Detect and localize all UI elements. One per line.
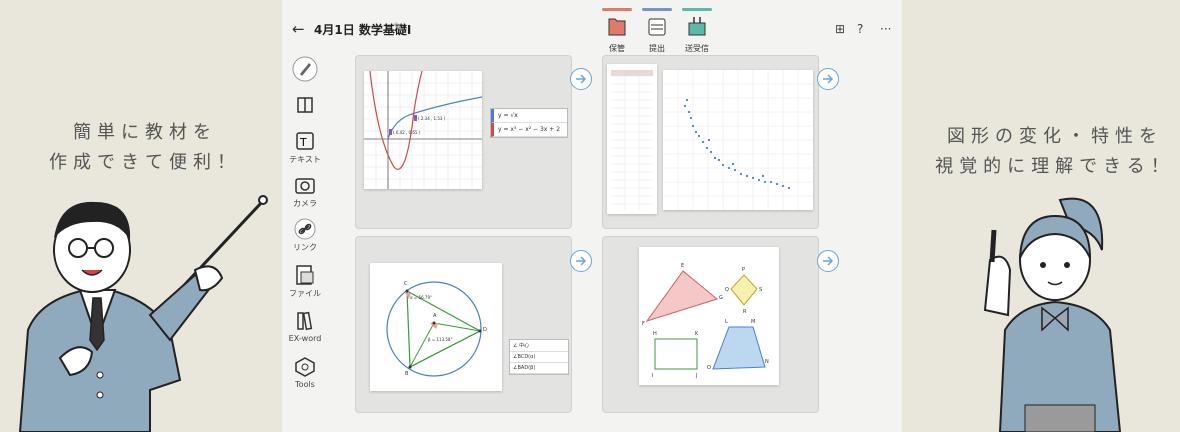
shape-label-f: F bbox=[642, 321, 645, 327]
save-label: 保管 bbox=[609, 44, 625, 53]
top-bar: ← 4月1日 数学基礎I ✎ 保管 提出 送受信 ⊞ ? ··· bbox=[282, 0, 902, 53]
shape-label-q: Q bbox=[725, 287, 729, 293]
angle-panel[interactable]: ∠ 中心 ∠BCD(α) ∠BAD(β) bbox=[509, 339, 569, 375]
tray-icon bbox=[648, 18, 666, 36]
pen-icon bbox=[292, 56, 318, 82]
help-icon[interactable]: ? bbox=[857, 22, 863, 36]
arrow-right-icon[interactable] bbox=[817, 68, 839, 90]
point-a-label: A bbox=[433, 313, 437, 319]
sidebar-item-exword[interactable]: EX-word bbox=[288, 310, 322, 343]
shape-label-l: L bbox=[725, 319, 728, 325]
sidebar-item-camera[interactable]: カメラ bbox=[288, 174, 322, 209]
shape-label-j: J bbox=[695, 373, 697, 379]
angle-panel-alpha: ∠BCD(α) bbox=[510, 352, 568, 363]
camera-icon bbox=[295, 178, 315, 194]
folder-icon bbox=[608, 18, 626, 36]
angle-panel-beta: ∠BAD(β) bbox=[510, 363, 568, 374]
circle-sheet: C A B D α = 56.79° β = 113.58° bbox=[370, 263, 502, 391]
scatter-sheet bbox=[663, 70, 813, 210]
present-icon[interactable]: ⊞ bbox=[835, 22, 845, 36]
right-caption-line2: 視覚的に理解できる！ bbox=[935, 156, 1175, 177]
book-icon bbox=[297, 311, 313, 331]
teacher-illustration bbox=[18, 195, 268, 432]
text-icon: T bbox=[296, 132, 314, 150]
shape-label-r: R bbox=[743, 309, 747, 315]
right-caption-line1: 図形の変化・特性を bbox=[947, 126, 1163, 147]
arrow-right-icon[interactable] bbox=[570, 250, 592, 272]
left-caption-line1: 簡単に教材を bbox=[73, 122, 217, 143]
card-graph[interactable]: ( 0.42 , 0.65 ) ( 2.34 , 1.53 ) y = √x y… bbox=[355, 55, 572, 229]
app-window: ← 4月1日 数学基礎I ✎ 保管 提出 送受信 ⊞ ? ··· T テキスト … bbox=[282, 0, 902, 432]
shape-label-m: M bbox=[751, 319, 755, 325]
save-button[interactable]: 保管 bbox=[595, 8, 639, 54]
point-label-2: ( 2.34 , 1.53 ) bbox=[418, 116, 446, 121]
sidebar-label-tools: Tools bbox=[295, 380, 315, 389]
send-receive-button[interactable]: 送受信 bbox=[675, 8, 719, 54]
back-arrow-icon[interactable]: ← bbox=[292, 20, 305, 38]
sidebar-label-link: リンク bbox=[293, 243, 317, 252]
layout-icon bbox=[297, 97, 313, 113]
angle-panel-header: ∠ 中心 bbox=[510, 340, 568, 352]
shape-label-h: H bbox=[653, 331, 657, 337]
angle-alpha-label: α = 56.79° bbox=[410, 295, 432, 300]
send-receive-icon bbox=[688, 17, 706, 36]
shape-label-i: I bbox=[652, 373, 653, 379]
card-scatter[interactable] bbox=[602, 55, 819, 229]
sidebar-item-file[interactable]: ファイル bbox=[288, 264, 322, 299]
shape-label-n: N bbox=[765, 359, 769, 365]
svg-text:T: T bbox=[299, 136, 307, 149]
card-circle[interactable]: C A B D α = 56.79° β = 113.58° ∠ 中心 ∠BCD… bbox=[355, 236, 572, 413]
graph-sheet: ( 0.42 , 0.65 ) ( 2.34 , 1.53 ) bbox=[364, 71, 482, 189]
equation-cubic: y = x³ − x² − 3x + 2 bbox=[491, 123, 567, 137]
submit-label: 提出 bbox=[649, 44, 665, 53]
edit-pencil-icon[interactable]: ✎ bbox=[393, 20, 403, 34]
equation-list[interactable]: y = √x y = x³ − x² − 3x + 2 bbox=[490, 108, 568, 138]
point-b-label: B bbox=[405, 371, 409, 377]
shapes-sheet: E F G P Q R S H K I J L M O N bbox=[639, 247, 779, 385]
link-icon bbox=[294, 218, 316, 240]
arrow-right-icon[interactable] bbox=[570, 68, 592, 90]
shape-label-p: P bbox=[742, 267, 745, 273]
submit-button[interactable]: 提出 bbox=[635, 8, 679, 54]
point-c-label: C bbox=[404, 281, 408, 287]
left-caption-line2: 作成できて便利！ bbox=[49, 152, 241, 173]
more-icon[interactable]: ··· bbox=[880, 22, 891, 36]
sidebar-label-exword: EX-word bbox=[288, 334, 322, 343]
left-caption: 簡単に教材を 作成できて便利！ bbox=[20, 118, 270, 178]
send-receive-label: 送受信 bbox=[685, 44, 709, 53]
shape-label-s: S bbox=[759, 287, 762, 293]
arrow-right-icon[interactable] bbox=[817, 250, 839, 272]
file-icon bbox=[296, 265, 314, 285]
point-d-label: D bbox=[483, 327, 487, 333]
sidebar-label-file: ファイル bbox=[289, 289, 321, 298]
point-label-1: ( 0.42 , 0.65 ) bbox=[393, 130, 421, 135]
shape-label-e: E bbox=[681, 263, 684, 269]
shape-label-o: O bbox=[707, 365, 711, 371]
angle-beta-label: β = 113.58° bbox=[428, 337, 452, 342]
sidebar-item-pen[interactable] bbox=[288, 56, 322, 82]
tools-icon bbox=[295, 357, 315, 377]
sidebar-item-layout[interactable] bbox=[288, 96, 322, 114]
sidebar-label-camera: カメラ bbox=[293, 199, 317, 208]
shape-label-g: G bbox=[719, 295, 723, 301]
sidebar-item-tools[interactable]: Tools bbox=[288, 356, 322, 389]
sidebar-label-text: テキスト bbox=[289, 155, 321, 164]
equation-sqrt: y = √x bbox=[491, 109, 567, 123]
card-shapes[interactable]: E F G P Q R S H K I J L M O N bbox=[602, 236, 819, 413]
sidebar-item-link[interactable]: リンク bbox=[288, 218, 322, 253]
data-table-sheet bbox=[607, 64, 657, 214]
sidebar-item-text[interactable]: T テキスト bbox=[288, 130, 322, 165]
student-illustration bbox=[983, 197, 1122, 432]
right-caption: 図形の変化・特性を 視覚的に理解できる！ bbox=[920, 122, 1180, 182]
